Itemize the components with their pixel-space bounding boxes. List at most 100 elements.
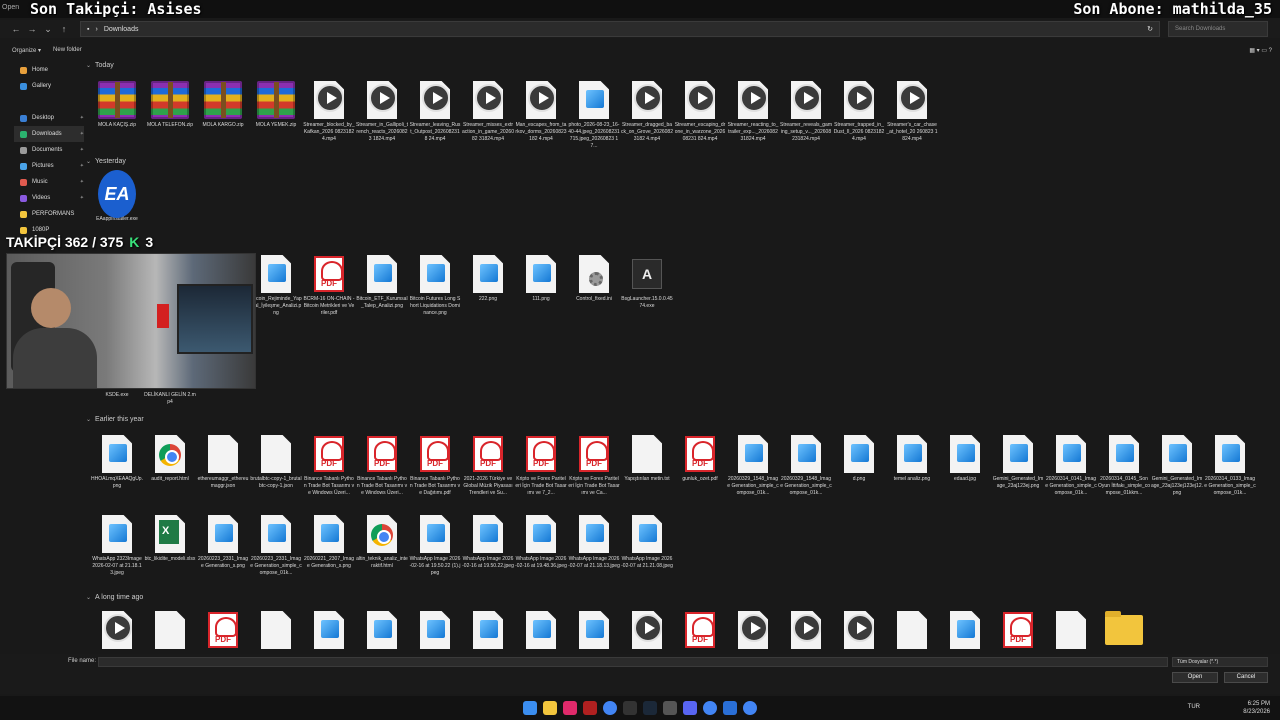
file-item[interactable] — [357, 610, 407, 650]
back-icon[interactable]: ← — [8, 24, 24, 34]
file-item[interactable]: WhatsApp Image 2026-02-07 at 21.18.13.jp… — [568, 514, 620, 570]
file-item[interactable] — [622, 610, 672, 650]
new-folder-button[interactable]: New folder — [53, 47, 82, 53]
language-indicator[interactable]: TUR — [1188, 704, 1200, 710]
cancel-button[interactable]: Cancel — [1224, 672, 1268, 683]
file-item[interactable]: photo_2026-08-23_16-40-44.jpeg_202608231… — [568, 80, 620, 150]
filename-input[interactable] — [98, 657, 1168, 667]
file-item[interactable]: Bitcoin_Rejiminde_Yapısal_İyileşme_Anali… — [250, 254, 302, 317]
file-item[interactable]: Gemini_Generated_Image_23aj123ej123ej12.… — [1151, 434, 1203, 497]
file-item[interactable]: PDF Binance Tabanlı Python Trade Bot Tasa… — [304, 434, 354, 497]
discord-icon[interactable] — [683, 701, 697, 715]
app-icon[interactable] — [583, 701, 597, 715]
file-item[interactable] — [940, 610, 990, 650]
chrome-icon[interactable] — [603, 701, 617, 715]
sidebar-item-downloads[interactable]: Downloads ✦ — [14, 126, 84, 142]
file-item[interactable]: PDF Binance Tabanlı Python Trade Bot Tasa… — [357, 434, 407, 497]
organize-button[interactable]: Organize ▾ — [12, 47, 41, 54]
file-item[interactable]: 20260314_0133_Image Generation_simple_co… — [1204, 434, 1256, 497]
file-item[interactable] — [1046, 610, 1096, 650]
file-item[interactable]: Control_fixed.ini — [569, 254, 619, 303]
file-item[interactable] — [1099, 610, 1149, 650]
file-item[interactable] — [410, 610, 460, 650]
file-item[interactable]: PDF — [675, 610, 725, 650]
file-item[interactable]: Xbtc_likidite_modeli.xlsx — [145, 514, 195, 563]
file-item[interactable]: Bitcoin_ETF_Kurumsal_Talep_Analizi.png — [356, 254, 408, 310]
file-item[interactable]: audit_report.html — [145, 434, 195, 483]
refresh-icon[interactable]: ↻ — [1147, 25, 1153, 33]
file-item[interactable]: PDF Kripto ve Forex Pariteleri İçin Trade… — [515, 434, 567, 497]
group-long-ago[interactable]: ⌄ A long time ago — [86, 594, 143, 601]
media-icon[interactable] — [563, 701, 577, 715]
file-item[interactable]: MOLA KARGO.zip — [198, 80, 248, 129]
file-item[interactable]: 20260221_2307_Image Generation_s.png — [304, 514, 354, 570]
file-item[interactable]: Streamer_escaping_drone_in_warzone_20260… — [675, 80, 725, 143]
file-item[interactable]: MOLA TELEFON.zip — [145, 80, 195, 129]
file-type-select[interactable]: Tüm Dosyalar (*.*) — [1172, 657, 1268, 667]
sidebar-item-music[interactable]: Music ✦ — [14, 174, 84, 190]
file-item[interactable]: WhatsApp Image 2026-02-07 at 21.21.08.jp… — [621, 514, 673, 570]
file-item[interactable]: brutalbtc-copy-1_brutalbtc-copy-1.json — [250, 434, 302, 490]
file-item[interactable]: Streamer_reveals_gaming_setup_v..._20260… — [780, 80, 832, 143]
forward-icon[interactable]: → — [24, 24, 40, 34]
chrome-icon[interactable] — [703, 701, 717, 715]
sidebar-item-pictures[interactable]: Pictures ✦ — [14, 158, 84, 174]
view-icon[interactable]: ▦ ▾ ▭ ? — [1249, 47, 1272, 54]
file-item[interactable]: PDF Binance Tabanlı Python Trade Bot Tasa… — [410, 434, 460, 497]
file-item[interactable] — [516, 610, 566, 650]
file-item[interactable]: Streamer_leaving_Rust_Outpost_2026082318… — [410, 80, 460, 143]
file-item[interactable]: 20260223_2331_Image Generation_s.png — [198, 514, 248, 570]
file-item[interactable]: PDF Kripto ve Forex Pariteleri İçin Trade… — [568, 434, 620, 497]
file-item[interactable]: Bitcoin Futures Long Short Liquidations … — [410, 254, 460, 317]
file-item[interactable]: A BsgLauncher.15.0.0.4574.exe — [621, 254, 673, 310]
file-item[interactable]: 20260329_1548_Image Generation_simple_co… — [727, 434, 779, 497]
app-icon[interactable] — [663, 701, 677, 715]
file-item[interactable]: ethereumaggr_ethereumaggr.json — [198, 434, 248, 490]
open-button[interactable]: Open — [1172, 672, 1218, 683]
group-yesterday[interactable]: ⌄ Yesterday — [86, 158, 126, 165]
file-item[interactable]: HHOALmqXEAAQgUp.png — [91, 434, 143, 490]
file-item[interactable]: MOLA KAÇIŞ.zip — [92, 80, 142, 129]
file-item[interactable]: MOLA YEMEK.zip — [251, 80, 301, 129]
file-item[interactable]: Streamer_misses_extraction_in_game_20260… — [462, 80, 514, 143]
file-item[interactable]: d.png — [834, 434, 884, 483]
file-item[interactable] — [251, 610, 301, 650]
file-item[interactable]: Man_escapes_from_tarkov_dorms_2026082318… — [515, 80, 567, 143]
file-item[interactable]: Streamer_trapped_in_Dust_II_2026 0823182… — [834, 80, 884, 143]
file-item[interactable] — [304, 610, 354, 650]
file-item[interactable]: Streamer_dragged_back_on_Grove_202608231… — [621, 80, 673, 143]
file-item[interactable]: Gemini_Generated_Image_23aj123ej.png — [993, 434, 1043, 490]
clock[interactable]: 6:25 PM 8/23/2026 — [1243, 700, 1270, 716]
sidebar-item-videos[interactable]: Videos ✦ — [14, 190, 84, 206]
file-item[interactable] — [781, 610, 831, 650]
file-item[interactable]: WhatsApp Image 2026-02-16 at 19.48.36.jp… — [515, 514, 567, 570]
file-item[interactable]: Streamer_reacting_to_trailer_exp..._2026… — [728, 80, 778, 143]
file-item[interactable]: WhatsApp 2323Image 2026-02-07 at 21.18.1… — [92, 514, 142, 577]
breadcrumb[interactable]: Downloads — [104, 26, 139, 33]
sidebar-item-documents[interactable]: Documents ✦ — [14, 142, 84, 158]
file-item[interactable]: Yapıştırılan metin.txt — [622, 434, 672, 483]
sidebar-item-home[interactable]: Home — [14, 62, 84, 78]
start-icon[interactable] — [523, 701, 537, 715]
group-today[interactable]: ⌄ Today — [86, 62, 114, 69]
file-item[interactable]: 20260223_2331_Image Generation_simple_co… — [250, 514, 302, 577]
file-item[interactable]: EA EAappInstaller.exe — [92, 170, 142, 223]
app-icon[interactable] — [723, 701, 737, 715]
sidebar-item-performans[interactable]: PERFORMANS — [14, 206, 84, 222]
file-item[interactable]: 20260314_0145_Son Oyun İttifakı_simple_c… — [1098, 434, 1150, 497]
file-item[interactable]: temel analiz.png — [887, 434, 937, 483]
file-item[interactable]: PDF — [993, 610, 1043, 650]
file-item[interactable] — [145, 610, 195, 650]
tiktok-icon[interactable] — [623, 701, 637, 715]
file-item[interactable]: altin_teknik_analiz_interaktif.html — [356, 514, 408, 570]
file-item[interactable]: Streamer's_car_chase_at_hotel_20 260823 … — [886, 80, 938, 143]
file-item[interactable]: Streamer_in_Gallipoli_trench_reacts_2026… — [356, 80, 408, 143]
file-item[interactable] — [834, 610, 884, 650]
file-item[interactable]: 20260329_1548_Image Generation_simple_co… — [780, 434, 832, 497]
file-item[interactable]: PDF 2021-2026 Türkiye ve Global Müzik Piy… — [463, 434, 513, 497]
chevron-down-icon[interactable]: ⌄ — [40, 24, 56, 35]
file-item[interactable] — [463, 610, 513, 650]
file-item[interactable]: WhatsApp Image 2026-02-16 at 19.50.22.jp… — [462, 514, 514, 570]
search-input[interactable]: Search Downloads — [1168, 21, 1268, 37]
chrome-icon[interactable] — [743, 701, 757, 715]
